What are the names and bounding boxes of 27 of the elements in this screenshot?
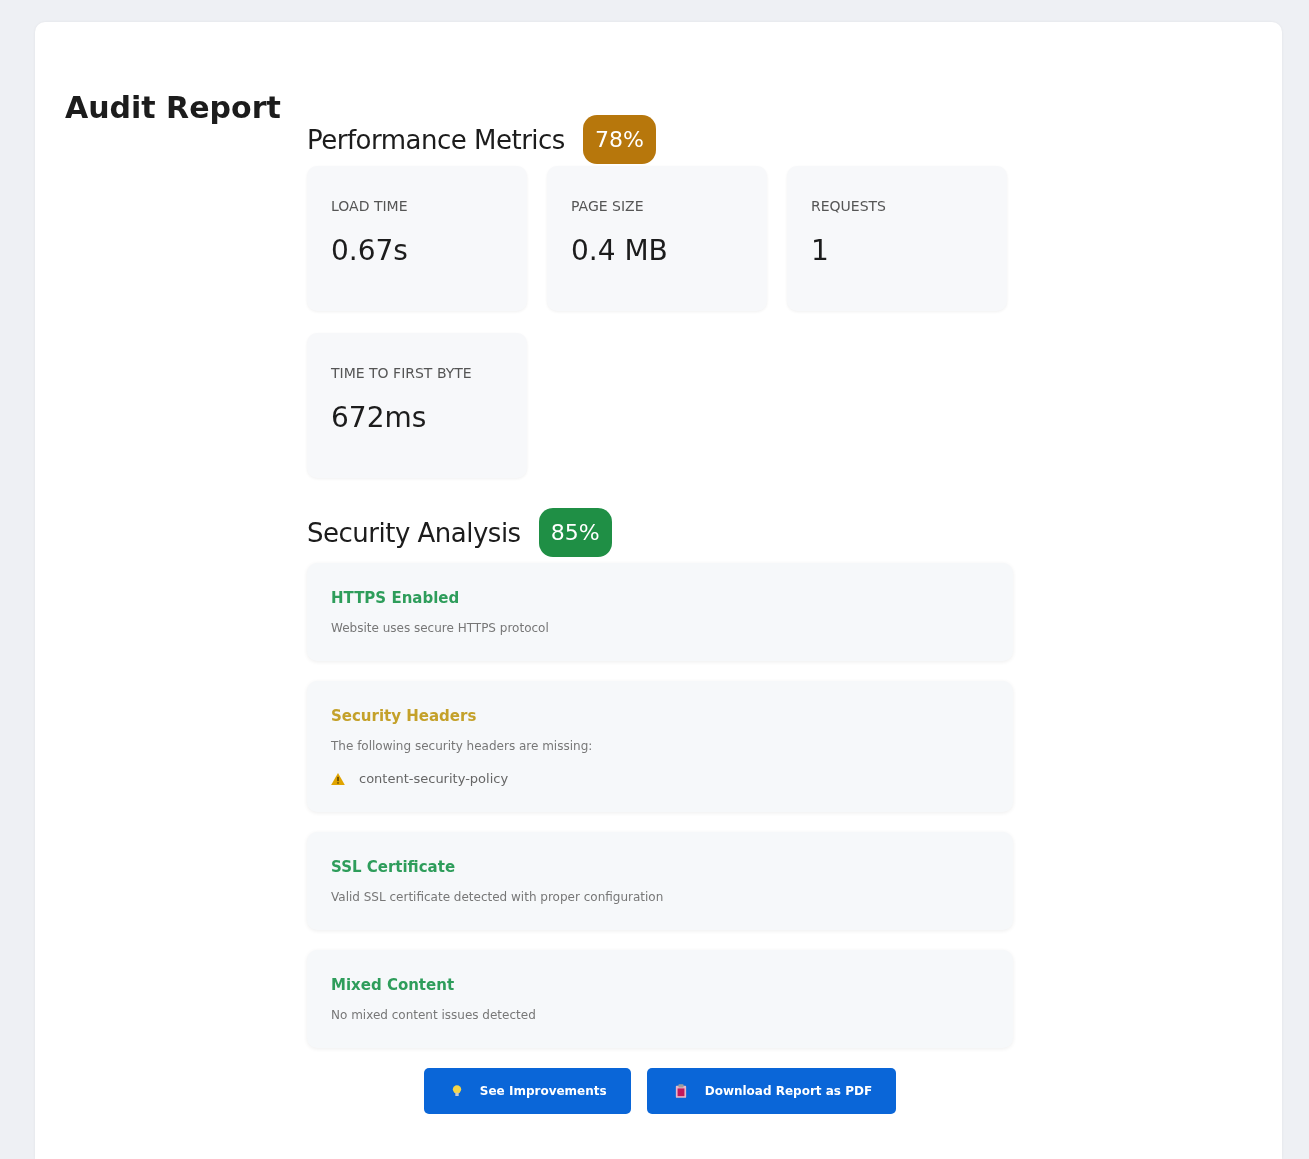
page-title: Audit Report xyxy=(65,90,281,125)
warning-icon xyxy=(331,772,345,785)
check-title: HTTPS Enabled xyxy=(331,589,460,607)
metric-label: PAGE SIZE xyxy=(571,198,644,214)
check-title: Mixed Content xyxy=(331,976,455,994)
check-description: The following security headers are missing: xyxy=(331,739,593,753)
metric-label: TIME TO FIRST BYTE xyxy=(331,365,472,381)
metric-label: LOAD TIME xyxy=(331,198,408,214)
check-description: No mixed content issues detected xyxy=(331,1008,536,1022)
missing-header: content-security-policy xyxy=(359,771,509,786)
metric-value: 0.4 MB xyxy=(571,234,668,267)
metric-label: REQUESTS xyxy=(811,198,886,214)
score-badge: 78% xyxy=(582,115,656,164)
lightbulb-icon xyxy=(451,1084,462,1098)
check-title: Security Headers xyxy=(331,707,477,725)
improvements-button[interactable]: See Improvements xyxy=(423,1068,631,1114)
clipboard-icon xyxy=(674,1084,687,1098)
download-button[interactable]: Download Report as PDF xyxy=(646,1068,897,1114)
metric-value: 1 xyxy=(811,234,829,267)
metric-value: 0.67s xyxy=(331,234,408,267)
section-title: Performance Metrics xyxy=(307,124,565,155)
check-title: SSL Certificate xyxy=(331,858,456,876)
section-title: Security Analysis xyxy=(307,517,521,548)
score-badge: 85% xyxy=(538,508,612,557)
metric-value: 672ms xyxy=(331,401,427,434)
check-description: Website uses secure HTTPS protocol xyxy=(331,621,549,635)
check-description: Valid SSL certificate detected with proper configuration xyxy=(331,890,664,904)
